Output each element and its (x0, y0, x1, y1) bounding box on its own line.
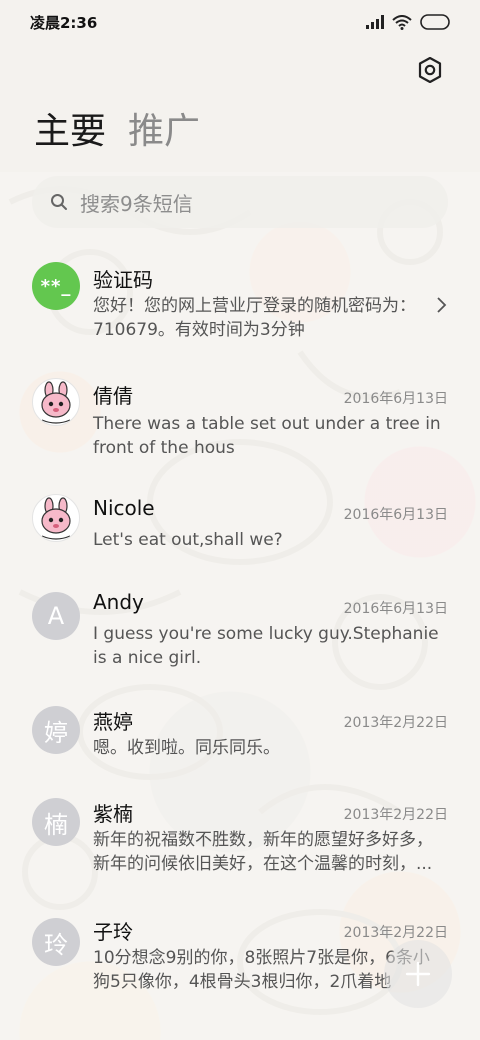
message-preview: I guess you're some lucky guy.Stephanie … (93, 624, 439, 668)
message-date: 2013年2月22日 (343, 925, 448, 941)
avatar: A (32, 592, 80, 640)
settings-button[interactable] (412, 52, 448, 88)
status-bar: 凌晨2:36 (0, 0, 480, 44)
contact-name: Nicole (93, 496, 155, 520)
contact-name: 子玲 (93, 920, 133, 944)
message-preview: 您好！您的网上营业厅登录的随机密码为：710679。有效时间为3分钟 (93, 296, 416, 340)
search-placeholder: 搜索9条短信 (80, 191, 193, 216)
message-date: 2013年2月22日 (343, 715, 448, 731)
contact-name: 倩倩 (93, 384, 133, 408)
tab-promotions[interactable]: 推广 (128, 108, 200, 156)
message-preview: There was a table set out under a tree i… (93, 414, 441, 458)
conversation-item[interactable]: A Andy 2016年6月13日 I guess you're some lu… (0, 580, 480, 692)
conversation-item[interactable]: 倩倩 2016年6月13日 There was a table set out … (0, 366, 480, 478)
tab-primary[interactable]: 主要 (34, 108, 106, 156)
wifi-icon (392, 14, 412, 30)
message-date: 2016年6月13日 (343, 507, 448, 523)
conversation-item[interactable]: 婷 燕婷 2013年2月22日 嗯。收到啦。同乐同乐。 (0, 698, 480, 788)
signal-icon (366, 15, 384, 29)
message-date: 2013年2月22日 (343, 807, 448, 823)
tab-bar: 主要 推广 (34, 108, 200, 156)
search-bar[interactable]: 搜索9条短信 (32, 176, 448, 228)
plus-icon (405, 961, 431, 987)
contact-name: 验证码 (93, 268, 153, 292)
chevron-right-icon (437, 297, 447, 313)
conversation-item[interactable]: Nicole 2016年6月13日 Let's eat out,shall we… (0, 482, 480, 572)
status-time: 凌晨2:36 (30, 13, 98, 32)
message-date: 2016年6月13日 (343, 601, 448, 617)
message-preview: 嗯。收到啦。同乐同乐。 (93, 738, 280, 758)
message-date: 2016年6月13日 (343, 391, 448, 407)
avatar: **_ (32, 262, 80, 310)
contact-name: Andy (93, 590, 144, 614)
avatar (32, 494, 80, 542)
contact-name: 紫楠 (93, 802, 133, 826)
gear-icon (418, 57, 442, 83)
avatar (32, 378, 80, 426)
message-preview: Let's eat out,shall we? (93, 530, 283, 550)
search-icon (51, 194, 67, 210)
battery-icon (420, 14, 450, 30)
bunny-avatar-icon (41, 497, 71, 540)
conversation-item[interactable]: **_ 验证码 您好！您的网上营业厅登录的随机密码为：710679。有效时间为3… (0, 250, 480, 358)
avatar: 楠 (32, 798, 80, 846)
avatar: 婷 (32, 706, 80, 754)
conversation-item[interactable]: 楠 紫楠 2013年2月22日 新年的祝福数不胜数，新年的愿望好多好多，新年的问… (0, 794, 480, 906)
avatar: 玲 (32, 918, 80, 966)
new-message-button[interactable] (384, 940, 452, 1008)
message-preview: 新年的祝福数不胜数，新年的愿望好多好多，新年的问候依旧美好，在这个温馨的时刻，.… (93, 830, 433, 874)
contact-name: 燕婷 (93, 710, 133, 734)
bunny-avatar-icon (41, 381, 71, 424)
